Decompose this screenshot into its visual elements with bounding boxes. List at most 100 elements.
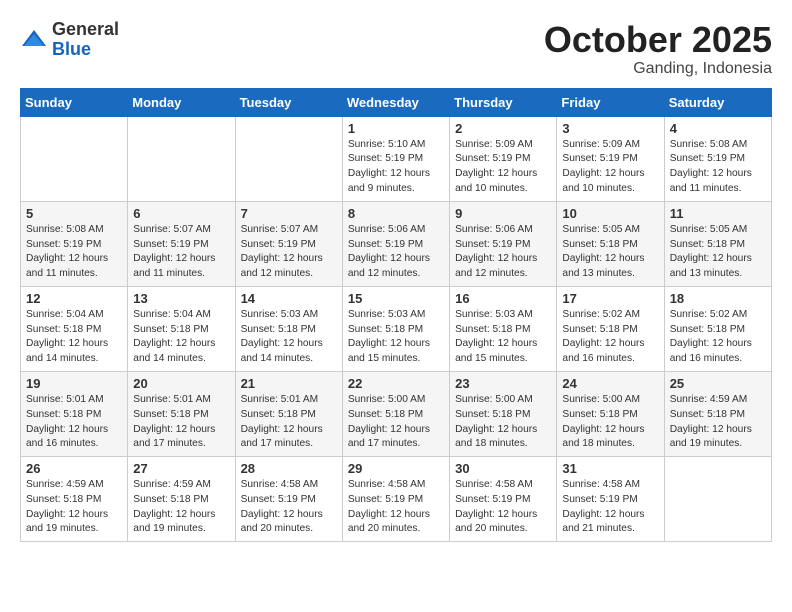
- day-info: Sunrise: 5:01 AM Sunset: 5:18 PM Dayligh…: [241, 393, 337, 452]
- day-info: Sunrise: 5:01 AM Sunset: 5:18 PM Dayligh…: [133, 393, 229, 452]
- day-info: Sunrise: 5:00 AM Sunset: 5:18 PM Dayligh…: [455, 393, 551, 452]
- day-number: 4: [670, 121, 766, 136]
- day-cell: 13Sunrise: 5:04 AM Sunset: 5:18 PM Dayli…: [128, 286, 235, 371]
- day-cell: 12Sunrise: 5:04 AM Sunset: 5:18 PM Dayli…: [21, 286, 128, 371]
- month-title: October 2025: [544, 20, 772, 60]
- weekday-header-wednesday: Wednesday: [342, 88, 449, 116]
- day-cell: 26 Sunrise: 4:59 AM Sunset: 5:18 PM Dayli…: [21, 457, 128, 542]
- day-number: 30: [455, 461, 551, 476]
- day-number: 5: [26, 206, 122, 221]
- day-number: 7: [241, 206, 337, 221]
- day-number: 10: [562, 206, 658, 221]
- day-cell: 2 Sunrise: 5:09 AM Sunset: 5:19 PM Daylig…: [450, 116, 557, 201]
- day-info: Sunrise: 5:07 AM Sunset: 5:19 PM Dayligh…: [241, 223, 337, 282]
- day-cell: 29Sunrise: 4:58 AM Sunset: 5:19 PM Dayli…: [342, 457, 449, 542]
- day-number: 24: [562, 376, 658, 391]
- day-number: 1: [348, 121, 444, 136]
- day-cell: [235, 116, 342, 201]
- day-number: 22: [348, 376, 444, 391]
- day-number: 18: [670, 291, 766, 306]
- day-cell: 6Sunrise: 5:07 AM Sunset: 5:19 PM Daylig…: [128, 201, 235, 286]
- day-cell: 21 Sunrise: 5:01 AM Sunset: 5:18 PM Dayli…: [235, 371, 342, 456]
- weekday-header-thursday: Thursday: [450, 88, 557, 116]
- day-number: 25: [670, 376, 766, 391]
- day-number: 15: [348, 291, 444, 306]
- day-info: Sunrise: 5:09 AM Sunset: 5:19 PM Dayligh…: [562, 138, 658, 197]
- day-cell: 7 Sunrise: 5:07 AM Sunset: 5:19 PM Daylig…: [235, 201, 342, 286]
- day-cell: 3Sunrise: 5:09 AM Sunset: 5:19 PM Daylig…: [557, 116, 664, 201]
- location-title: Ganding, Indonesia: [544, 60, 772, 78]
- weekday-header-sunday: Sunday: [21, 88, 128, 116]
- day-cell: 27 Sunrise: 4:59 AM Sunset: 5:18 PM Dayli…: [128, 457, 235, 542]
- day-number: 20: [133, 376, 229, 391]
- weekday-header-friday: Friday: [557, 88, 664, 116]
- week-row-5: 26 Sunrise: 4:59 AM Sunset: 5:18 PM Dayli…: [21, 457, 772, 542]
- day-cell: [664, 457, 771, 542]
- day-number: 27: [133, 461, 229, 476]
- day-cell: [128, 116, 235, 201]
- week-row-2: 5Sunrise: 5:08 AM Sunset: 5:19 PM Daylig…: [21, 201, 772, 286]
- logo: General Blue: [20, 20, 119, 60]
- day-info: Sunrise: 5:07 AM Sunset: 5:19 PM Dayligh…: [133, 223, 229, 282]
- day-cell: 18 Sunrise: 5:02 AM Sunset: 5:18 PM Dayli…: [664, 286, 771, 371]
- weekday-header-row: SundayMondayTuesdayWednesdayThursdayFrid…: [21, 88, 772, 116]
- day-number: 21: [241, 376, 337, 391]
- day-cell: 11Sunrise: 5:05 AM Sunset: 5:18 PM Dayli…: [664, 201, 771, 286]
- day-info: Sunrise: 4:58 AM Sunset: 5:19 PM Dayligh…: [241, 478, 337, 537]
- day-info: Sunrise: 5:06 AM Sunset: 5:19 PM Dayligh…: [348, 223, 444, 282]
- week-row-1: 1 Sunrise: 5:10 AM Sunset: 5:19 PM Daylig…: [21, 116, 772, 201]
- week-row-4: 19Sunrise: 5:01 AM Sunset: 5:18 PM Dayli…: [21, 371, 772, 456]
- day-cell: 9 Sunrise: 5:06 AM Sunset: 5:19 PM Daylig…: [450, 201, 557, 286]
- week-row-3: 12Sunrise: 5:04 AM Sunset: 5:18 PM Dayli…: [21, 286, 772, 371]
- day-info: Sunrise: 5:08 AM Sunset: 5:19 PM Dayligh…: [670, 138, 766, 197]
- logo-general: General: [52, 19, 119, 39]
- day-cell: 24 Sunrise: 5:00 AM Sunset: 5:18 PM Dayli…: [557, 371, 664, 456]
- day-number: 23: [455, 376, 551, 391]
- day-number: 14: [241, 291, 337, 306]
- day-number: 26: [26, 461, 122, 476]
- day-number: 9: [455, 206, 551, 221]
- day-cell: 1 Sunrise: 5:10 AM Sunset: 5:19 PM Daylig…: [342, 116, 449, 201]
- day-cell: 10 Sunrise: 5:05 AM Sunset: 5:18 PM Dayli…: [557, 201, 664, 286]
- day-info: Sunrise: 4:59 AM Sunset: 5:18 PM Dayligh…: [26, 478, 122, 537]
- day-number: 31: [562, 461, 658, 476]
- day-number: 13: [133, 291, 229, 306]
- day-info: Sunrise: 5:01 AM Sunset: 5:18 PM Dayligh…: [26, 393, 122, 452]
- day-number: 11: [670, 206, 766, 221]
- day-cell: 20 Sunrise: 5:01 AM Sunset: 5:18 PM Dayli…: [128, 371, 235, 456]
- day-info: Sunrise: 4:59 AM Sunset: 5:18 PM Dayligh…: [670, 393, 766, 452]
- day-info: Sunrise: 5:06 AM Sunset: 5:19 PM Dayligh…: [455, 223, 551, 282]
- weekday-header-monday: Monday: [128, 88, 235, 116]
- day-info: Sunrise: 5:00 AM Sunset: 5:18 PM Dayligh…: [562, 393, 658, 452]
- day-cell: 30 Sunrise: 4:58 AM Sunset: 5:19 PM Dayli…: [450, 457, 557, 542]
- header: General Blue October 2025 Ganding, Indon…: [20, 20, 772, 78]
- day-cell: 17 Sunrise: 5:02 AM Sunset: 5:18 PM Dayli…: [557, 286, 664, 371]
- day-info: Sunrise: 4:58 AM Sunset: 5:19 PM Dayligh…: [562, 478, 658, 537]
- day-number: 29: [348, 461, 444, 476]
- day-info: Sunrise: 5:00 AM Sunset: 5:18 PM Dayligh…: [348, 393, 444, 452]
- day-cell: [21, 116, 128, 201]
- weekday-header-tuesday: Tuesday: [235, 88, 342, 116]
- day-info: Sunrise: 5:09 AM Sunset: 5:19 PM Dayligh…: [455, 138, 551, 197]
- day-cell: 25 Sunrise: 4:59 AM Sunset: 5:18 PM Dayli…: [664, 371, 771, 456]
- day-cell: 14Sunrise: 5:03 AM Sunset: 5:18 PM Dayli…: [235, 286, 342, 371]
- day-cell: 8Sunrise: 5:06 AM Sunset: 5:19 PM Daylig…: [342, 201, 449, 286]
- day-number: 12: [26, 291, 122, 306]
- day-cell: 23 Sunrise: 5:00 AM Sunset: 5:18 PM Dayli…: [450, 371, 557, 456]
- day-number: 16: [455, 291, 551, 306]
- day-info: Sunrise: 4:58 AM Sunset: 5:19 PM Dayligh…: [455, 478, 551, 537]
- day-cell: 31 Sunrise: 4:58 AM Sunset: 5:19 PM Dayli…: [557, 457, 664, 542]
- day-info: Sunrise: 5:02 AM Sunset: 5:18 PM Dayligh…: [670, 308, 766, 367]
- day-number: 28: [241, 461, 337, 476]
- day-info: Sunrise: 5:10 AM Sunset: 5:19 PM Dayligh…: [348, 138, 444, 197]
- day-info: Sunrise: 5:02 AM Sunset: 5:18 PM Dayligh…: [562, 308, 658, 367]
- day-number: 17: [562, 291, 658, 306]
- day-info: Sunrise: 4:59 AM Sunset: 5:18 PM Dayligh…: [133, 478, 229, 537]
- day-info: Sunrise: 5:05 AM Sunset: 5:18 PM Dayligh…: [562, 223, 658, 282]
- title-area: October 2025 Ganding, Indonesia: [544, 20, 772, 78]
- day-cell: 19Sunrise: 5:01 AM Sunset: 5:18 PM Dayli…: [21, 371, 128, 456]
- day-cell: 5Sunrise: 5:08 AM Sunset: 5:19 PM Daylig…: [21, 201, 128, 286]
- day-cell: 4 Sunrise: 5:08 AM Sunset: 5:19 PM Daylig…: [664, 116, 771, 201]
- day-number: 2: [455, 121, 551, 136]
- calendar-table: SundayMondayTuesdayWednesdayThursdayFrid…: [20, 88, 772, 543]
